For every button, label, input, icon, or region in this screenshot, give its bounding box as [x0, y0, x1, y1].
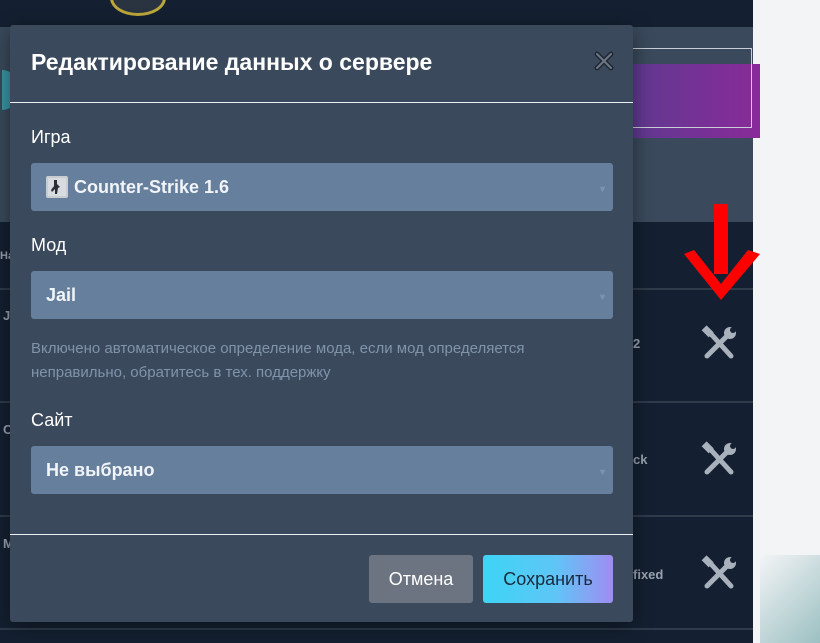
chevron-down-icon: ▾	[599, 184, 605, 195]
close-icon[interactable]	[593, 50, 615, 72]
chevron-down-icon: ▾	[599, 292, 605, 303]
table-divider	[0, 628, 753, 630]
cancel-button[interactable]: Отмена	[369, 555, 473, 603]
mod-label: Мод	[31, 235, 67, 255]
game-label: Игра	[31, 127, 71, 147]
game-select-value: Counter-Strike 1.6	[74, 176, 230, 197]
site-select-value: Не выбрано	[46, 459, 155, 480]
tools-icon[interactable]	[699, 554, 739, 594]
save-button[interactable]: Сохранить	[483, 555, 613, 603]
modal-header-divider	[10, 102, 633, 103]
site-select[interactable]: Не выбрано ▾	[31, 446, 613, 494]
tools-icon[interactable]	[699, 324, 739, 364]
red-down-arrow-icon	[684, 204, 760, 300]
server-banner-frame	[620, 48, 752, 128]
modal-footer-divider	[10, 534, 633, 535]
mod-hint-text: Включено автоматическое определение мода…	[31, 340, 525, 381]
table-cell-status: ck	[633, 452, 648, 467]
mod-select[interactable]: Jail ▾	[31, 271, 613, 319]
game-select[interactable]: Counter-Strike 1.6 ▾	[31, 163, 613, 211]
table-cell-status: 2	[633, 336, 641, 351]
tools-icon[interactable]	[699, 440, 739, 480]
table-cell-status: fixed	[633, 567, 664, 582]
page-background-right	[753, 0, 820, 643]
background-decoration	[760, 555, 820, 643]
edit-server-modal: Редактирование данных о сервере Игра Cou…	[10, 25, 633, 622]
mod-select-value: Jail	[46, 284, 77, 305]
modal-title: Редактирование данных о сервере	[31, 49, 433, 75]
counter-strike-icon	[46, 176, 68, 198]
chevron-down-icon: ▾	[599, 467, 605, 478]
site-label: Сайт	[31, 410, 73, 430]
